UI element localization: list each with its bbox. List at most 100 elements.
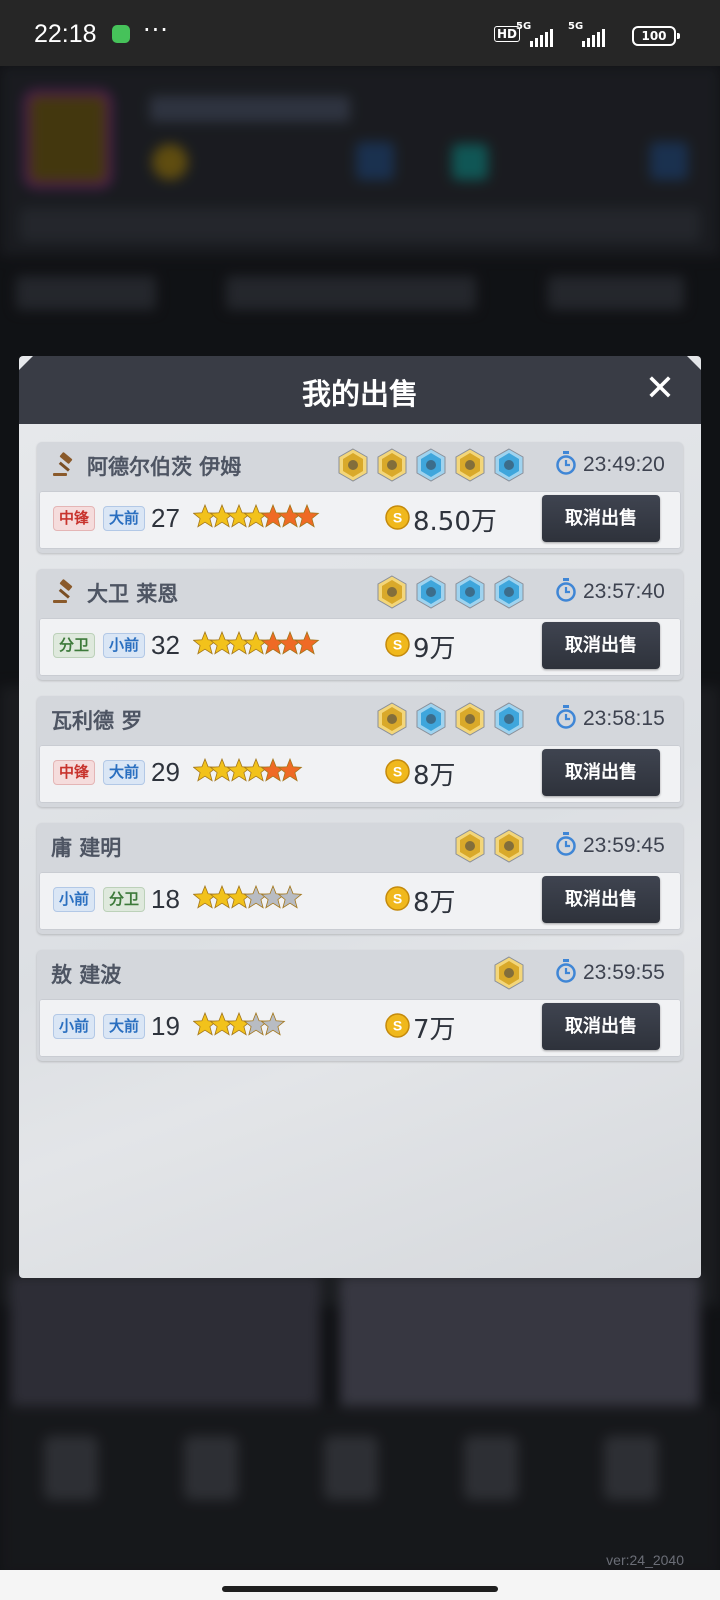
countdown-time: 23:49:20 [583, 453, 665, 476]
position-tag: 小前 [53, 887, 96, 912]
skill-badges [493, 956, 525, 994]
countdown-time: 23:58:15 [583, 707, 665, 730]
more-notifications-icon: ··· [143, 16, 169, 44]
sale-price: S 8万 [385, 882, 456, 919]
coin-icon: S [385, 759, 410, 788]
entry-details: 小前 大前 19 S 7万 取消出售 [39, 999, 681, 1057]
timer-icon [555, 578, 577, 606]
skill-badge-icon [415, 448, 447, 486]
skill-badge-icon [415, 575, 447, 613]
cancel-sale-button[interactable]: 取消出售 [542, 749, 660, 796]
skill-badge-icon [454, 575, 486, 613]
countdown: 23:49:20 [555, 451, 665, 479]
player-name: 瓦利德 罗 [51, 709, 143, 733]
sale-price: S 9万 [385, 628, 456, 665]
timer-icon [555, 705, 577, 733]
skill-badge-icon [493, 829, 525, 867]
countdown-time: 23:59:45 [583, 834, 665, 857]
coin-icon: S [385, 632, 410, 661]
sale-price: S 7万 [385, 1009, 456, 1046]
sale-price: S 8万 [385, 755, 456, 792]
price-value: 9万 [413, 634, 456, 664]
sale-entry: 阿德尔伯茨 伊姆 23:49:20 中锋 大前 27 S 8.50万 取消出售 [37, 442, 683, 553]
entry-details: 中锋 大前 27 S 8.50万 取消出售 [39, 491, 681, 549]
cancel-sale-button[interactable]: 取消出售 [542, 1003, 660, 1050]
coin-icon: S [385, 886, 410, 915]
player-age: 19 [151, 1011, 180, 1041]
position-tag: 大前 [103, 506, 146, 531]
version-label: ver:24_2040 [606, 1552, 684, 1568]
position-tag: 大前 [103, 1014, 146, 1039]
position-tag: 中锋 [53, 506, 96, 531]
skill-badge-icon [454, 448, 486, 486]
home-indicator[interactable] [222, 1586, 498, 1592]
position-tag: 分卫 [103, 887, 146, 912]
sale-entry: 庸 建明 23:59:45 小前 分卫 18 S 8万 取消出售 [37, 823, 683, 934]
player-age: 27 [151, 503, 180, 533]
entry-header: 阿德尔伯茨 伊姆 23:49:20 [37, 442, 683, 488]
skill-badge-icon [493, 575, 525, 613]
signal-icon-sim2: 5G [568, 21, 612, 47]
countdown: 23:59:55 [555, 959, 665, 987]
timer-icon [555, 451, 577, 479]
skill-badges [454, 829, 525, 867]
skill-badges [376, 702, 525, 740]
countdown-time: 23:57:40 [583, 580, 665, 603]
position-tag: 分卫 [53, 633, 96, 658]
countdown: 23:58:15 [555, 705, 665, 733]
cancel-sale-button[interactable]: 取消出售 [542, 876, 660, 923]
skill-badge-icon [376, 575, 408, 613]
status-bar: 22:18 ··· HD 5G 5G 100 [0, 0, 720, 66]
player-age: 29 [151, 757, 180, 787]
skill-badge-icon [454, 702, 486, 740]
close-icon[interactable]: ✕ [637, 366, 683, 412]
skill-badge-icon [376, 448, 408, 486]
svg-text:S: S [393, 891, 402, 907]
svg-text:S: S [393, 510, 402, 526]
svg-text:S: S [393, 637, 402, 653]
sale-entry: 大卫 莱恩 23:57:40 分卫 小前 32 S 9万 取消出售 [37, 569, 683, 680]
timer-icon [555, 832, 577, 860]
skill-badge-icon [493, 702, 525, 740]
position-tag: 大前 [103, 760, 146, 785]
app-notification-icon [112, 25, 130, 43]
skill-badge-icon [376, 702, 408, 740]
dialog-title: 我的出售 [301, 377, 418, 411]
price-value: 8.50万 [413, 507, 497, 537]
player-name: 敖 建波 [51, 963, 122, 987]
cancel-sale-button[interactable]: 取消出售 [542, 495, 660, 542]
skill-badges [376, 575, 525, 613]
countdown-time: 23:59:55 [583, 961, 665, 984]
my-sales-dialog: 我的出售 ✕ 阿德尔伯茨 伊姆 23:49:20 中锋 大前 27 S 8.50万… [19, 356, 701, 1278]
position-tag: 小前 [53, 1014, 96, 1039]
entry-details: 中锋 大前 29 S 8万 取消出售 [39, 745, 681, 803]
cancel-sale-button[interactable]: 取消出售 [542, 622, 660, 669]
battery-icon: 100 [632, 26, 680, 46]
entry-header: 瓦利德 罗 23:58:15 [37, 696, 683, 742]
price-value: 8万 [413, 888, 456, 918]
sale-price: S 8.50万 [385, 501, 497, 538]
signal-icon-sim1: 5G [516, 21, 560, 47]
sale-entry: 敖 建波 23:59:55 小前 大前 19 S 7万 取消出售 [37, 950, 683, 1061]
price-value: 7万 [413, 1015, 456, 1045]
player-age: 18 [151, 884, 180, 914]
countdown: 23:57:40 [555, 578, 665, 606]
coin-icon: S [385, 505, 410, 534]
entry-header: 敖 建波 23:59:55 [37, 950, 683, 996]
skill-badge-icon [337, 448, 369, 486]
player-age: 32 [151, 630, 180, 660]
skill-badges [337, 448, 525, 486]
skill-badge-icon [415, 702, 447, 740]
sale-entry: 瓦利德 罗 23:58:15 中锋 大前 29 S 8万 取消出售 [37, 696, 683, 807]
skill-badge-icon [493, 956, 525, 994]
skill-badge-icon [493, 448, 525, 486]
player-name: 庸 建明 [51, 836, 122, 860]
timer-icon [555, 959, 577, 987]
player-name: 大卫 莱恩 [87, 582, 179, 606]
entry-header: 大卫 莱恩 23:57:40 [37, 569, 683, 615]
nav-bar-area [0, 1570, 720, 1600]
sale-list: 阿德尔伯茨 伊姆 23:49:20 中锋 大前 27 S 8.50万 取消出售 大… [37, 442, 683, 1077]
position-tag: 中锋 [53, 760, 96, 785]
skill-badge-icon [454, 829, 486, 867]
player-name: 阿德尔伯茨 伊姆 [87, 455, 242, 479]
